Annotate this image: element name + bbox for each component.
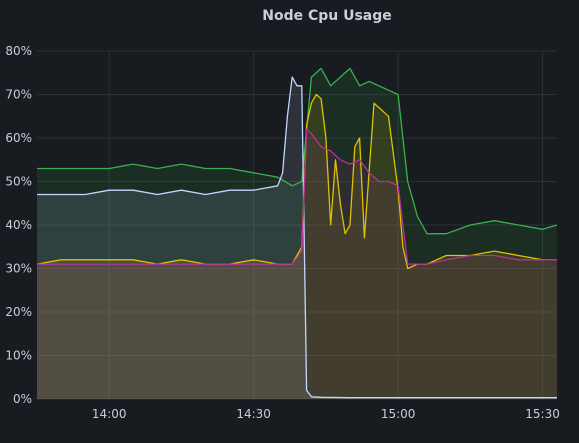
y-tick-label: 40% [5, 218, 32, 232]
x-tick-label: 14:00 [92, 407, 127, 421]
y-tick-label: 0% [13, 392, 32, 406]
x-tick-label: 14:30 [236, 407, 271, 421]
y-tick-label: 50% [5, 175, 32, 189]
x-tick-label: 15:00 [381, 407, 416, 421]
y-tick-label: 80% [5, 44, 32, 58]
cpu-usage-chart[interactable]: 0% 10% 20% 30% 40% 50% 60% 70% 80% 14:00 14:30 15:… [0, 0, 579, 443]
y-tick-label: 70% [5, 88, 32, 102]
y-tick-label: 10% [5, 349, 32, 363]
x-tick-label: 15:30 [525, 407, 560, 421]
y-tick-label: 60% [5, 131, 32, 145]
y-tick-label: 30% [5, 262, 32, 276]
series-fills [37, 68, 557, 400]
chart-panel: Node Cpu Usage 0% 10% 20% 30% 40% 50% 60% 70% 80… [0, 0, 579, 443]
x-axis-ticks: 14:00 14:30 15:00 15:30 [92, 407, 560, 421]
y-tick-label: 20% [5, 305, 32, 319]
y-axis-ticks: 0% 10% 20% 30% 40% 50% 60% 70% 80% [5, 44, 32, 406]
